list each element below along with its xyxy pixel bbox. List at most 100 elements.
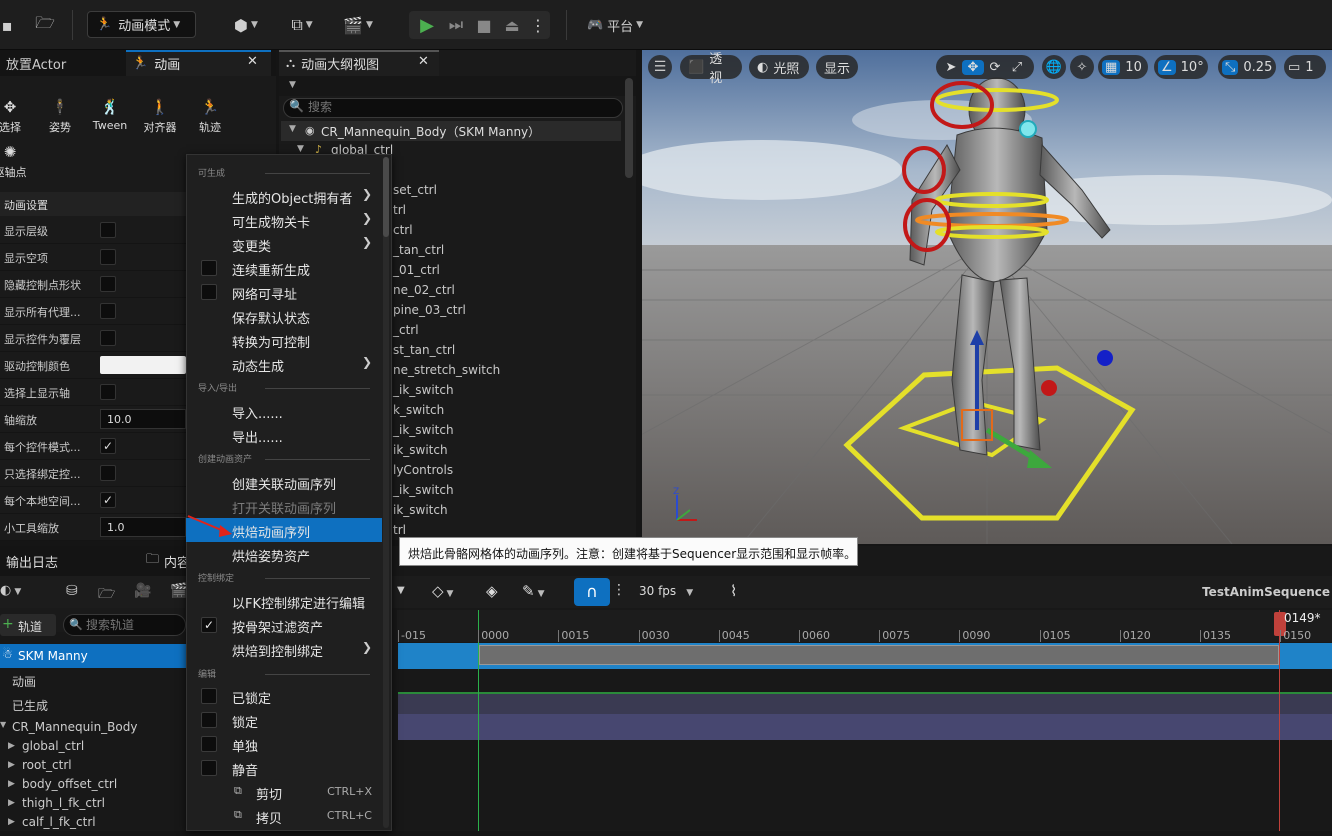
scale-snap-button[interactable]: ⤡ 0.25 (1218, 55, 1276, 79)
scale-icon[interactable]: ⤢ (1006, 60, 1028, 75)
chevron-down-icon[interactable]: ▼ (289, 124, 296, 134)
perspective-button[interactable]: ⬛ 透视 (680, 52, 742, 86)
find-asset-icon[interactable]: 🗁 (98, 583, 115, 607)
color-swatch[interactable] (100, 356, 186, 374)
outliner-item[interactable]: _ctrl (393, 323, 419, 337)
save-icon[interactable]: ▪ (0, 12, 14, 38)
chevron-down-icon[interactable]: ▼ (297, 144, 304, 154)
setting-checkbox[interactable] (100, 249, 116, 265)
chevron-down-icon[interactable]: ▼ (397, 585, 405, 596)
track-row[interactable]: 已生成 (0, 692, 186, 716)
menu-item[interactable]: 静音 (186, 756, 382, 780)
menu-item[interactable]: 转换为可控制 (186, 328, 382, 352)
outliner-item[interactable]: _01_ctrl (393, 263, 440, 277)
lit-button[interactable]: ◐ 光照 (749, 55, 809, 79)
setting-checkbox[interactable]: ✓ (100, 492, 116, 508)
track-row[interactable]: 动画 (0, 668, 186, 692)
cinematics-icon[interactable]: 🎬 ▼ (338, 12, 378, 38)
number-field[interactable]: 1.0 (100, 517, 186, 537)
menu-item[interactable]: 变更类 ❯ (186, 232, 382, 256)
world-icon[interactable]: ◐ ▼ (0, 583, 21, 598)
camera-speed-button[interactable]: ▭ 1 (1284, 55, 1326, 79)
blueprint-icon[interactable]: ⧉ ▼ (282, 12, 322, 38)
chevron-right-icon[interactable]: ▶ (8, 741, 15, 751)
menu-checkbox[interactable] (201, 260, 217, 276)
chevron-right-icon[interactable]: ▶ (8, 779, 15, 789)
menu-item[interactable]: ⧉ 拷贝 CTRL+C (186, 804, 382, 828)
mode-select-button[interactable]: 🏃 动画模式 ▼ (87, 11, 196, 38)
tool-pivot[interactable]: ✺ 驱轴点 (0, 143, 30, 180)
outliner-item[interactable]: _tan_ctrl (393, 243, 444, 257)
outliner-item[interactable]: _ik_switch (393, 423, 454, 437)
tool-pose[interactable]: 🕴 姿势 (40, 98, 80, 135)
setting-checkbox[interactable] (100, 276, 116, 292)
menu-item[interactable]: 动态生成 ❯ (186, 352, 382, 376)
menu-item[interactable]: 烘焙到控制绑定 ❯ (186, 637, 382, 661)
menu-item[interactable]: 导出...... (186, 423, 382, 447)
play-icon[interactable]: ▶ (415, 12, 439, 38)
tab-place-actor[interactable]: 放置Actor (6, 50, 66, 76)
level-viewport[interactable]: Z (642, 50, 1332, 544)
edit-mode-icon[interactable]: ✎ ▼ (522, 582, 545, 600)
menu-item[interactable]: 导入...... (186, 399, 382, 423)
tool-snapper[interactable]: 🚶 对齐器 (140, 98, 180, 135)
setting-checkbox[interactable] (100, 330, 116, 346)
outliner-item[interactable]: trl (393, 523, 406, 537)
stop-icon[interactable]: ■ (472, 12, 496, 38)
track-row[interactable]: ☃ SKM Manny (0, 644, 186, 668)
track-search-input[interactable] (86, 617, 182, 633)
tool-trails[interactable]: 🏃 轨迹 (190, 98, 230, 135)
add-track-button[interactable]: + 轨道 (0, 614, 56, 636)
menu-item[interactable]: 单独 (186, 732, 382, 756)
add-actor-icon[interactable]: ⬢ ▼ (226, 12, 266, 38)
key-icon[interactable]: ◇ ▼ (432, 582, 453, 600)
render-movie-icon[interactable]: 🎥 (134, 583, 151, 599)
curve-editor-icon[interactable]: ⌇ (730, 582, 737, 600)
outliner-item[interactable]: ik_switch (393, 443, 448, 457)
menu-item[interactable]: 以FK控制绑定进行编辑 (186, 589, 382, 613)
anim-settings-header[interactable]: 动画设置 (0, 192, 186, 216)
outliner-item[interactable]: set_ctrl (393, 183, 437, 197)
close-icon[interactable]: ✕ (418, 54, 429, 69)
rotate-icon[interactable]: ⟳ (984, 60, 1006, 75)
chevron-right-icon[interactable]: ▶ (8, 817, 15, 827)
close-icon[interactable]: ✕ (247, 54, 258, 69)
eject-icon[interactable]: ⏏ (500, 12, 524, 38)
menu-item[interactable]: 已锁定 (186, 684, 382, 708)
outliner-item[interactable]: lyControls (393, 463, 453, 477)
hamburger-icon[interactable]: ☰ (648, 55, 672, 79)
outliner-scrollbar[interactable] (625, 78, 633, 178)
setting-checkbox[interactable] (100, 465, 116, 481)
save-sequence-icon[interactable]: ⛁ (66, 583, 78, 599)
menu-item[interactable]: ⧉ 剪切 CTRL+X (186, 780, 382, 804)
tab-output-log[interactable]: 输出日志 (6, 548, 58, 574)
outliner-item[interactable]: ctrl (393, 223, 413, 237)
menu-scrollbar[interactable] (383, 157, 389, 237)
menu-item[interactable]: 创建关联动画序列 (186, 470, 382, 494)
rotation-snap-button[interactable]: ∠ 10° (1154, 55, 1208, 79)
fps-select[interactable]: 30 fps ▼ (639, 584, 693, 598)
auto-key-icon[interactable]: ◈ (486, 582, 498, 600)
content-browser-icon[interactable]: 🗁 (32, 12, 58, 38)
tab-animation[interactable]: 🏃 动画 (132, 50, 180, 76)
outliner-item[interactable]: k_switch (393, 403, 444, 417)
menu-item[interactable]: 网络可寻址 (186, 280, 382, 304)
snap-magnet-icon[interactable]: ∩ (574, 578, 610, 606)
platform-button[interactable]: 🎮 平台 ▼ (580, 12, 650, 38)
menu-item[interactable]: 保存默认状态 (186, 304, 382, 328)
menu-item[interactable]: 可生成物关卡 ❯ (186, 208, 382, 232)
number-field[interactable]: 10.0 (100, 409, 186, 429)
outliner-item[interactable]: _ik_switch (393, 383, 454, 397)
menu-item[interactable]: ✓ 按骨架过滤资产 (186, 613, 382, 637)
step-icon[interactable]: ⏭ (444, 12, 468, 38)
grid-snap-button[interactable]: ▦ 10 (1098, 55, 1148, 79)
camera-cut-icon[interactable]: 🎬 (170, 583, 187, 599)
chevron-right-icon[interactable]: ▶ (8, 760, 15, 770)
show-button[interactable]: 显示 (816, 55, 858, 79)
setting-checkbox[interactable] (100, 222, 116, 238)
outliner-item[interactable]: ne_02_ctrl (393, 283, 455, 297)
menu-checkbox[interactable] (201, 736, 217, 752)
chevron-right-icon[interactable]: ▶ (8, 798, 15, 808)
track-row[interactable]: ▶ calf_l_fk_ctrl (0, 812, 186, 836)
menu-checkbox[interactable]: ✓ (201, 617, 217, 633)
